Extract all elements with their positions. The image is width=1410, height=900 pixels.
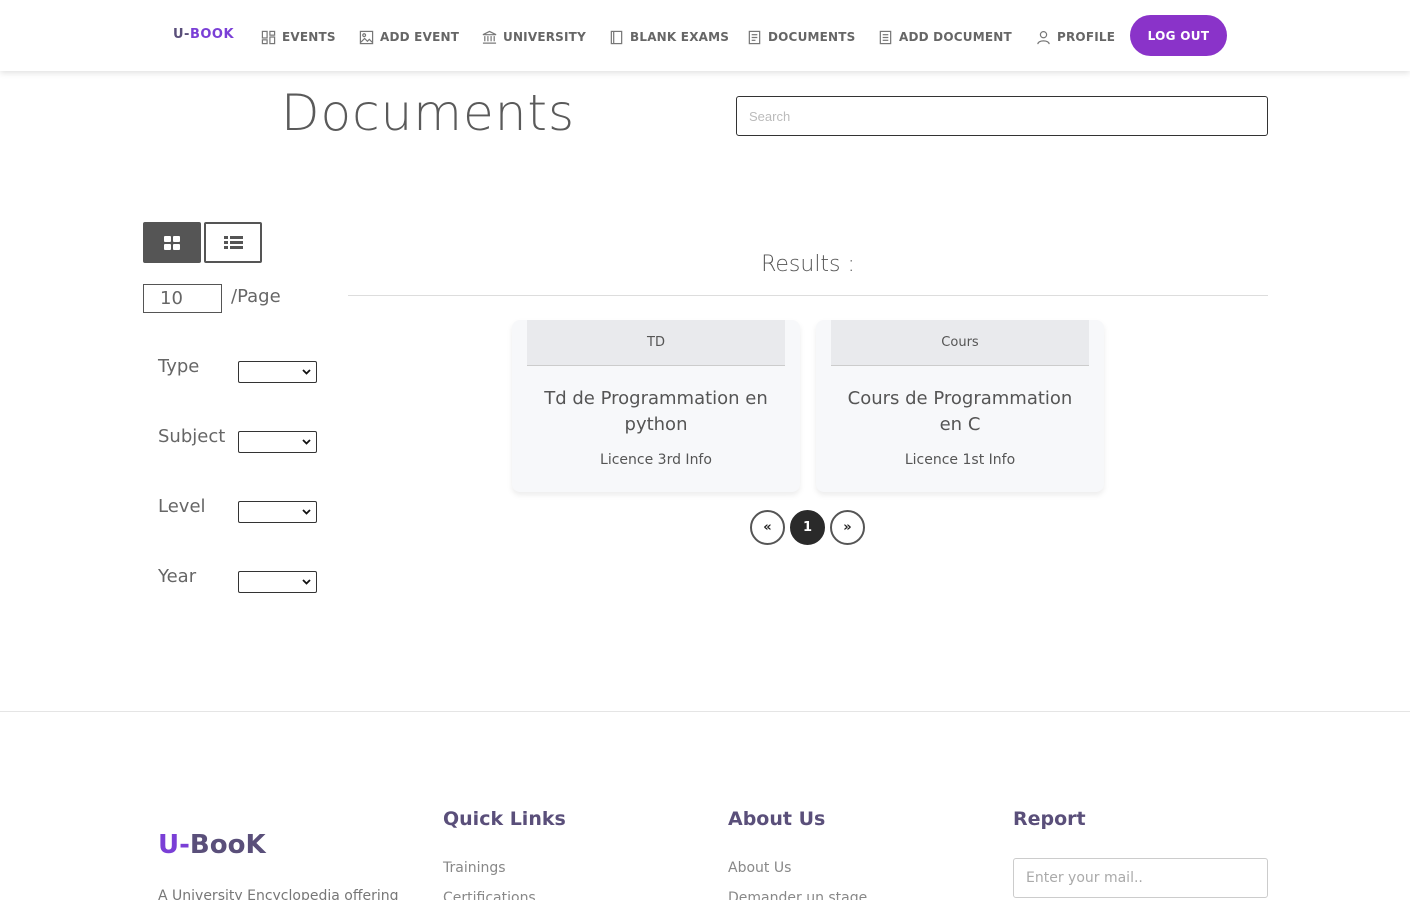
- nav-university[interactable]: UNIVERSITY: [482, 28, 586, 46]
- footer-description: A University Encyclopedia offering: [158, 888, 399, 900]
- footer-link-trainings[interactable]: Trainings: [443, 860, 506, 876]
- chevron-down-icon: [302, 369, 311, 375]
- grid-icon: [261, 30, 276, 44]
- filter-level-label: Level: [158, 496, 206, 517]
- footer-link-certifications[interactable]: Certifications: [443, 890, 536, 900]
- document-type: Cours: [831, 320, 1089, 366]
- filter-year-label: Year: [158, 566, 197, 587]
- quick-links-heading: Quick Links: [443, 808, 566, 830]
- top-navbar: U-BOOK EVENTS ADD EVENT UNIVERSITY BLANK…: [0, 0, 1410, 71]
- grid-view-button[interactable]: [143, 222, 201, 263]
- user-icon: [1037, 30, 1050, 44]
- per-page-label: /Page: [231, 286, 281, 307]
- pagination-page-1[interactable]: 1: [790, 510, 825, 545]
- grid-view-icon: [164, 235, 180, 250]
- document-card[interactable]: Cours Cours de Programmation en C Licenc…: [816, 320, 1104, 492]
- nav-add-event[interactable]: ADD EVENT: [359, 28, 459, 46]
- footer-divider: [0, 711, 1410, 712]
- pagination-next-button[interactable]: »: [830, 510, 865, 545]
- logout-button[interactable]: LOG OUT: [1130, 15, 1227, 56]
- document-type: TD: [527, 320, 785, 366]
- chevron-down-icon: [302, 439, 311, 445]
- document-title: Cours de Programmation en C: [847, 388, 1073, 435]
- results-title: Results :: [761, 252, 855, 277]
- filter-type-label: Type: [158, 356, 200, 377]
- document-card[interactable]: TD Td de Programmation en python Licence…: [512, 320, 800, 492]
- pagination-prev-button[interactable]: «: [750, 510, 785, 545]
- document-add-icon: [879, 30, 892, 44]
- document-icon: [748, 30, 761, 44]
- report-email-input[interactable]: [1013, 858, 1268, 898]
- bank-icon: [482, 30, 497, 44]
- nav-events[interactable]: EVENTS: [261, 28, 336, 46]
- footer-brand: U-BooK: [158, 830, 266, 860]
- nav-profile[interactable]: PROFILE: [1036, 28, 1115, 46]
- report-heading: Report: [1013, 808, 1086, 830]
- results-divider: [348, 295, 1268, 296]
- brand-logo[interactable]: U-BOOK: [173, 27, 234, 42]
- document-level: Licence 1st Info: [904, 452, 1016, 468]
- document-level: Licence 3rd Info: [600, 452, 712, 468]
- about-heading: About Us: [728, 808, 826, 830]
- document-title: Td de Programmation en python: [544, 388, 768, 435]
- image-icon: [359, 30, 374, 44]
- list-view-icon: [223, 236, 243, 249]
- notebook-icon: [610, 30, 623, 44]
- filter-year-select[interactable]: [238, 571, 317, 593]
- list-view-button[interactable]: [204, 222, 262, 263]
- chevron-down-icon: [302, 509, 311, 515]
- filter-subject-label: Subject: [158, 426, 226, 447]
- nav-add-document[interactable]: ADD DOCUMENT: [878, 28, 1012, 46]
- footer-link-internship[interactable]: Demander un stage: [728, 890, 867, 900]
- footer-link-about[interactable]: About Us: [728, 860, 791, 876]
- per-page-input[interactable]: [143, 284, 222, 313]
- nav-documents[interactable]: DOCUMENTS: [747, 28, 856, 46]
- chevron-down-icon: [302, 579, 311, 585]
- filter-level-select[interactable]: [238, 501, 317, 523]
- nav-blank-exams[interactable]: BLANK EXAMS: [609, 28, 729, 46]
- page-title: Documents: [281, 84, 576, 142]
- filter-subject-select[interactable]: [238, 431, 317, 453]
- search-input[interactable]: [736, 96, 1268, 136]
- filter-type-select[interactable]: [238, 361, 317, 383]
